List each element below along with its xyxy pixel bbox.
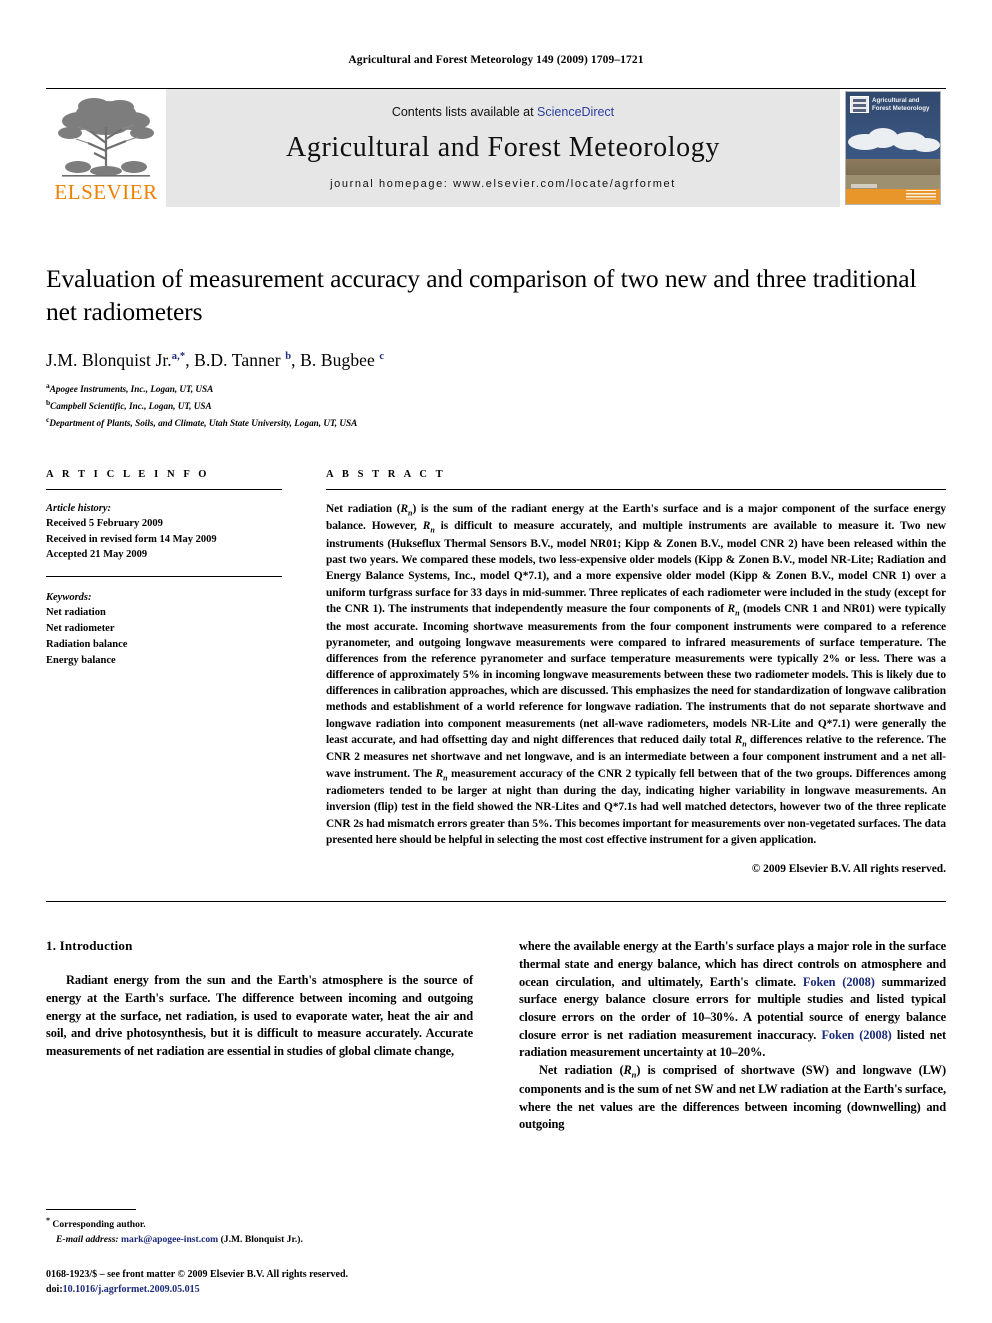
cover-foot-right: [906, 190, 936, 200]
title-block: Evaluation of measurement accuracy and c…: [46, 263, 946, 431]
corresponding-author-label: Corresponding author.: [52, 1219, 146, 1231]
corresponding-author-line: * Corresponding author.: [46, 1215, 466, 1233]
email-line: E-mail address: mark@apogee-inst.com (J.…: [46, 1233, 466, 1247]
contents-prefix: Contents lists available at: [391, 104, 538, 119]
divider: [46, 901, 946, 903]
keyword-item: Energy balance: [46, 654, 116, 666]
email-suffix: (J.M. Blonquist Jr.).: [220, 1233, 303, 1245]
keyword-item: Radiation balance: [46, 638, 128, 650]
abstract-text: Net radiation (Rn) is the sum of the rad…: [326, 502, 946, 846]
asterisk-icon: *: [46, 1216, 50, 1226]
running-head: Agricultural and Forest Meteorology 149 …: [348, 54, 644, 66]
page-footnote: * Corresponding author. E-mail address: …: [46, 1209, 466, 1297]
body-column-left: 1. Introduction Radiant energy from the …: [46, 938, 473, 1134]
article-info-column: A R T I C L E I N F O Article history: R…: [46, 469, 282, 875]
elsevier-logo: ELSEVIER: [46, 89, 166, 207]
keyword-item: Net radiation: [46, 607, 106, 619]
body-columns: 1. Introduction Radiant energy from the …: [46, 938, 946, 1134]
body-column-right: where the available energy at the Earth'…: [519, 938, 946, 1134]
history-item: Accepted 21 May 2009: [46, 549, 148, 561]
introduction-heading: 1. Introduction: [46, 938, 133, 954]
cover-art: Agricultural and Forest Meteorology: [845, 91, 941, 205]
journal-homepage[interactable]: journal homepage: www.elsevier.com/locat…: [330, 178, 676, 190]
contents-line: Contents lists available at ScienceDirec…: [392, 105, 614, 119]
divider: [326, 488, 946, 490]
banner-center: Contents lists available at ScienceDirec…: [166, 89, 840, 207]
cover-cloud-icon: [912, 138, 940, 152]
cover-publisher-badge: [850, 96, 869, 113]
history-item: Received in revised form 14 May 2009: [46, 533, 217, 545]
paper-title: Evaluation of measurement accuracy and c…: [46, 264, 917, 326]
imprint-block: 0168-1923/$ – see front matter © 2009 El…: [46, 1267, 466, 1297]
keywords-block: Keywords: Net radiation Net radiometer R…: [46, 590, 282, 669]
article-history-label: Article history:: [46, 502, 112, 514]
affiliation-item: cDepartment of Plants, Soils, and Climat…: [46, 414, 946, 431]
footnote-divider: [46, 1209, 136, 1211]
abstract-copyright: © 2009 Elsevier B.V. All rights reserved…: [751, 863, 946, 876]
divider: [46, 488, 282, 490]
journal-banner: ELSEVIER Contents lists available at Sci…: [46, 88, 946, 207]
intro-paragraph-right-2: Net radiation (Rn) is comprised of short…: [519, 1063, 946, 1132]
history-item: Received 5 February 2009: [46, 518, 163, 530]
journal-cover-thumbnail: Agricultural and Forest Meteorology: [840, 89, 946, 207]
corresponding-author-note: * Corresponding author. E-mail address: …: [46, 1215, 466, 1247]
author-list: J.M. Blonquist Jr.a,*, B.D. Tanner b, B.…: [46, 350, 385, 371]
email-label: E-mail address:: [56, 1233, 119, 1245]
elsevier-tree-icon: [58, 98, 154, 177]
affiliation-text: Campbell Scientific, Inc., Logan, UT, US…: [50, 401, 212, 412]
sciencedirect-link[interactable]: ScienceDirect: [537, 105, 614, 119]
abstract-column: A B S T R A C T Net radiation (Rn) is th…: [326, 469, 946, 875]
affiliation-text: Department of Plants, Soils, and Climate…: [49, 418, 358, 429]
paper-page: Agricultural and Forest Meteorology 149 …: [0, 0, 992, 1323]
cover-foot-left: [851, 184, 877, 188]
doi-label: doi:: [46, 1284, 63, 1295]
journal-title: Agricultural and Forest Meteorology: [286, 131, 720, 163]
abstract-heading: A B S T R A C T: [326, 468, 446, 480]
article-history: Article history: Received 5 February 200…: [46, 501, 282, 563]
intro-paragraph-right-1: where the available energy at the Earth'…: [519, 939, 947, 1060]
doi-line: doi:10.1016/j.agrformet.2009.05.015: [46, 1282, 466, 1297]
keywords-label: Keywords:: [46, 591, 92, 603]
divider: [46, 575, 282, 577]
intro-paragraph-left: Radiant energy from the sun and the Eart…: [46, 973, 473, 1058]
article-info-heading: A R T I C L E I N F O: [46, 468, 210, 480]
elsevier-wordmark: ELSEVIER: [54, 180, 158, 204]
doi-link[interactable]: 10.1016/j.agrformet.2009.05.015: [63, 1284, 200, 1295]
info-abstract-section: A R T I C L E I N F O Article history: R…: [46, 469, 946, 875]
cover-field: [846, 174, 940, 191]
email-link[interactable]: mark@apogee-inst.com: [121, 1234, 218, 1245]
keyword-item: Net radiometer: [46, 623, 115, 635]
imprint-line: 0168-1923/$ – see front matter © 2009 El…: [46, 1269, 349, 1280]
affiliation-text: Apogee Instruments, Inc., Logan, UT, USA: [49, 384, 214, 395]
affiliation-item: aApogee Instruments, Inc., Logan, UT, US…: [46, 380, 946, 397]
affiliation-list: aApogee Instruments, Inc., Logan, UT, US…: [46, 380, 946, 431]
affiliation-item: bCampbell Scientific, Inc., Logan, UT, U…: [46, 397, 946, 414]
cover-title: Agricultural and Forest Meteorology: [872, 97, 930, 113]
